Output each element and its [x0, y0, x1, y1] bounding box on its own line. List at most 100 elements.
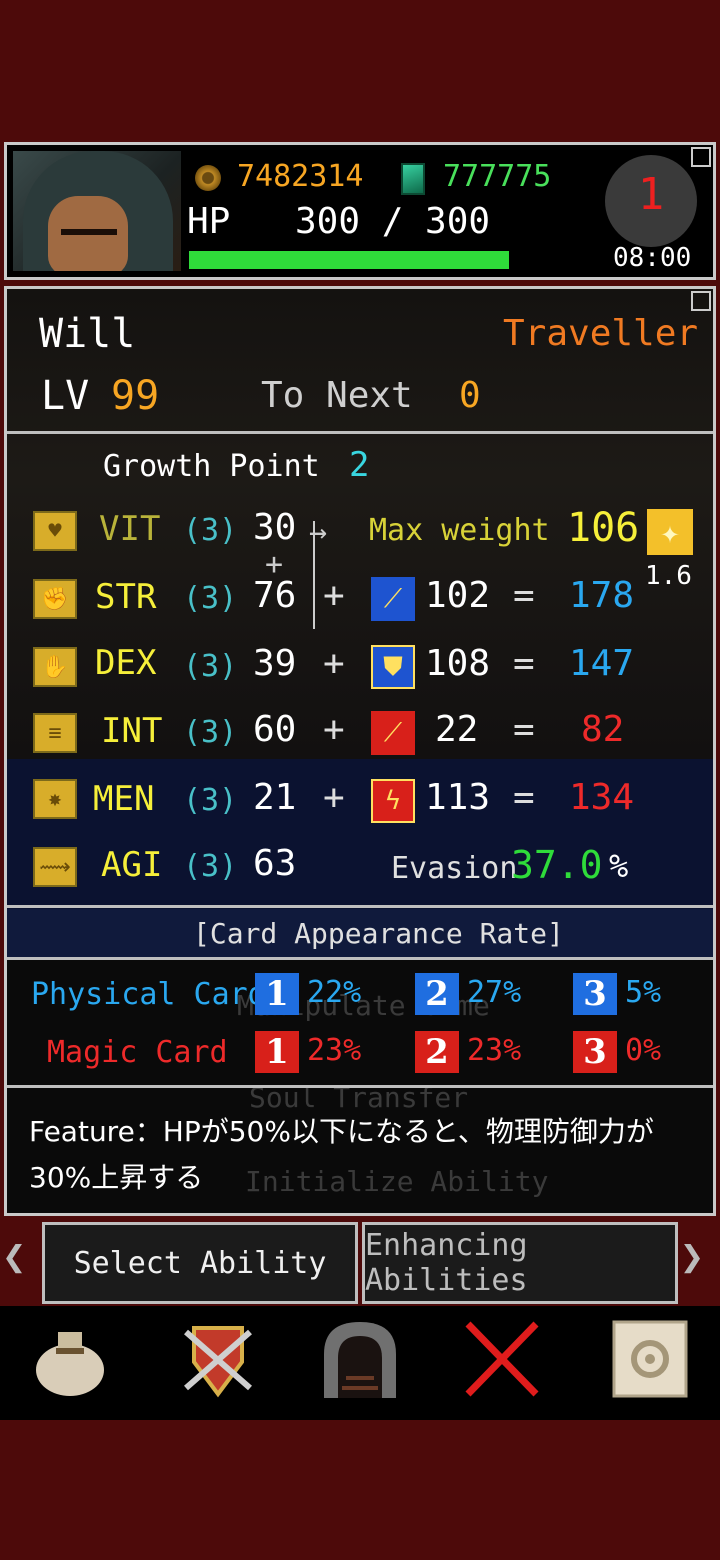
dex-count: (3): [183, 649, 238, 684]
men-total: 134: [569, 777, 635, 818]
magic-card-2-rate: 23%: [467, 1033, 522, 1068]
vit-heart-icon[interactable]: ♥: [33, 511, 77, 551]
gem-amount: 777775: [443, 159, 552, 194]
gold-amount: 7482314: [237, 159, 364, 194]
physical-card-1-rate: 22%: [307, 975, 362, 1010]
vit-label: VIT: [99, 509, 161, 549]
status-header: 7482314 777775 HP 300 / 300 1 08:00: [4, 142, 716, 280]
magic-shield-icon: ϟ: [371, 779, 415, 823]
level-value: 99: [111, 373, 160, 419]
physical-card-3-rate: 5%: [625, 975, 662, 1010]
hp-label: HP: [187, 201, 231, 242]
stamina-badge[interactable]: 1: [605, 155, 697, 247]
int-count: (3): [183, 715, 238, 750]
sword-icon: ⟋: [371, 577, 415, 621]
agi-running-icon[interactable]: ⟿: [33, 847, 77, 887]
settings-gear-icon[interactable]: [610, 1318, 690, 1400]
str-arm-icon[interactable]: ✊: [33, 579, 77, 619]
staff-icon: ⟋: [371, 711, 415, 755]
close-x-icon[interactable]: [462, 1318, 542, 1400]
dex-hand-icon[interactable]: ✋: [33, 647, 77, 687]
character-job: Traveller: [503, 313, 699, 354]
men-burst-icon[interactable]: ✸: [33, 779, 77, 819]
equals-icon: =: [513, 777, 535, 818]
level-label: LV: [41, 373, 90, 419]
corner-ornament-icon: [691, 291, 711, 311]
equals-icon: =: [513, 575, 535, 616]
physical-card-3-icon: 3: [573, 973, 617, 1015]
stamina-timer: 08:00: [613, 243, 692, 273]
crossed-swords-shield-icon[interactable]: [178, 1318, 258, 1400]
int-equip-bonus: 22: [435, 709, 479, 750]
int-label: INT: [101, 711, 163, 751]
hp-bar: [189, 251, 509, 269]
agi-value: 63: [253, 843, 297, 884]
max-weight-label: Max weight: [369, 513, 550, 548]
magic-card-1-rate: 23%: [307, 1033, 362, 1068]
stone-doorway-icon[interactable]: [320, 1318, 400, 1400]
men-label: MEN: [93, 779, 155, 819]
men-value: 21: [253, 777, 297, 818]
magic-card-label: Magic Card: [47, 1035, 228, 1070]
left-ornament-icon: ❮: [2, 1234, 27, 1280]
physical-card-1-icon: 1: [255, 973, 299, 1015]
max-weight-value: 106: [567, 505, 640, 551]
stamina-count: 1: [637, 169, 665, 220]
str-count: (3): [183, 581, 238, 616]
evasion-label: Evasion: [391, 851, 518, 886]
str-label: STR: [95, 577, 157, 617]
gem-icon: [401, 163, 425, 195]
feature-text: Feature：HPが50%以下になると、物理防御力が30%上昇する: [29, 1115, 654, 1194]
int-book-icon[interactable]: ≡: [33, 713, 77, 753]
sparkle-star-icon: ✦: [647, 509, 693, 555]
growth-point-value: 2: [349, 445, 370, 485]
bracket-line: [307, 521, 315, 629]
str-equip-bonus: 102: [425, 575, 491, 616]
str-total: 178: [569, 575, 635, 616]
dex-label: DEX: [95, 643, 157, 683]
to-next-label: To Next: [261, 375, 413, 416]
gold-coin-icon: [195, 165, 221, 191]
bag-icon[interactable]: [30, 1318, 110, 1400]
character-portrait[interactable]: [13, 151, 181, 271]
hp-value: 300 / 300: [295, 201, 491, 242]
vit-value: 30: [253, 507, 297, 548]
plus-icon: +: [323, 777, 345, 818]
agi-count: (3): [183, 849, 238, 884]
magic-card-3-icon: 3: [573, 1031, 617, 1073]
str-value: 76: [253, 575, 297, 616]
weight-multiplier: 1.6: [645, 561, 692, 591]
to-next-value: 0: [459, 375, 481, 416]
plus-icon: +: [323, 575, 345, 616]
dex-value: 39: [253, 643, 297, 684]
shield-icon: ⛊: [371, 645, 415, 689]
magic-card-3-rate: 0%: [625, 1033, 662, 1068]
plus-icon: +: [323, 709, 345, 750]
magic-card-2-icon: 2: [415, 1031, 459, 1073]
enhancing-abilities-button[interactable]: Enhancing Abilities: [362, 1222, 678, 1304]
growth-point-label: Growth Point: [103, 449, 320, 484]
men-equip-bonus: 113: [425, 777, 491, 818]
dex-equip-bonus: 108: [425, 643, 491, 684]
corner-ornament-icon: [691, 147, 711, 167]
physical-card-2-rate: 27%: [467, 975, 522, 1010]
plus-icon: +: [323, 643, 345, 684]
int-total: 82: [581, 709, 625, 750]
evasion-unit: %: [609, 847, 629, 885]
card-rate-title: [Card Appearance Rate]: [193, 917, 564, 950]
vit-count: (3): [183, 513, 238, 548]
evasion-value: 37.0: [511, 843, 603, 887]
magic-card-1-icon: 1: [255, 1031, 299, 1073]
status-panel: Will Traveller LV 99 To Next 0 Growth Po…: [4, 286, 716, 1216]
physical-card-2-icon: 2: [415, 973, 459, 1015]
equals-icon: =: [513, 643, 535, 684]
right-ornament-icon: ❯: [680, 1234, 705, 1280]
physical-card-label: Physical Card: [31, 977, 266, 1012]
int-value: 60: [253, 709, 297, 750]
character-name: Will: [39, 311, 136, 357]
dex-total: 147: [569, 643, 635, 684]
agi-label: AGI: [101, 845, 163, 885]
select-ability-button[interactable]: Select Ability: [42, 1222, 358, 1304]
men-count: (3): [183, 783, 238, 818]
equals-icon: =: [513, 709, 535, 750]
